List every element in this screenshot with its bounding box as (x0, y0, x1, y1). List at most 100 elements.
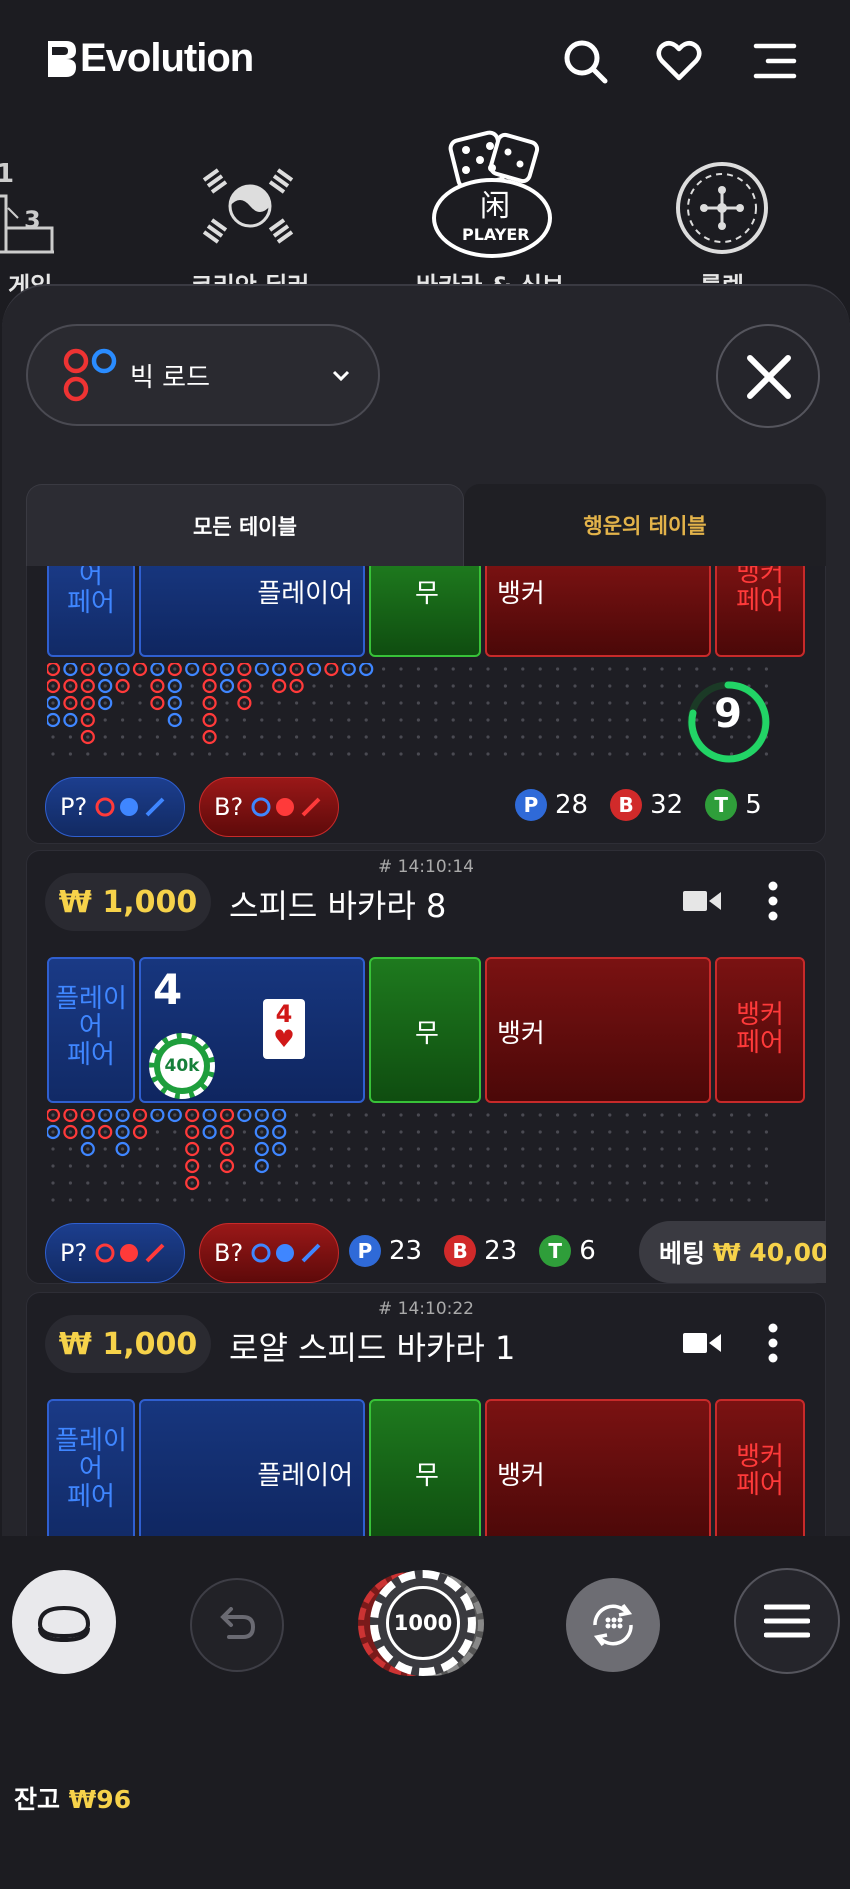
heart-icon[interactable] (656, 38, 702, 84)
chip-selector[interactable]: 1000 (358, 1568, 488, 1678)
tie-spot[interactable]: 무 (369, 566, 481, 657)
ask-road-preview-icon (251, 1243, 321, 1263)
player-pair-label: 플레이 어 페어 (49, 985, 133, 1069)
more-options-icon[interactable] (767, 881, 779, 921)
player-count: 23 (389, 1236, 423, 1266)
hamburger-icon (764, 1604, 810, 1638)
tab-all-tables[interactable]: 모든 테이블 (26, 484, 464, 566)
banker-count-badge: B (444, 1235, 477, 1267)
category-korean-dealer[interactable]: 코리안 딜러 (170, 120, 330, 300)
banker-pair-label: 뱅커 페어 (717, 566, 803, 615)
ask-player-button[interactable]: P? (45, 1223, 185, 1283)
pair-line: 뱅커 (736, 1442, 784, 1472)
player-pair-spot[interactable]: 플레이 어 페어 (47, 1399, 135, 1536)
menu-icon[interactable] (752, 38, 798, 84)
ask-player-button[interactable]: P? (45, 777, 185, 837)
balance-value: ₩96 (68, 1785, 132, 1814)
tab-lucky-tables[interactable]: 행운의 테이블 (464, 484, 826, 566)
svg-text:闲: 闲 (480, 189, 510, 224)
ask-banker-button[interactable]: B? (199, 1223, 339, 1283)
pair-line: 페어 (736, 1028, 784, 1058)
bet-spots: 플레이 어 페어 4 4 ♥ 40k 무 뱅커 뱅커 페어 (47, 957, 805, 1103)
lobby-view-button[interactable] (12, 1570, 116, 1674)
evolution-logo[interactable]: Evolution (46, 36, 254, 81)
close-panel-button[interactable] (716, 324, 820, 428)
table-name: 로얄 스피드 바카라 1 (229, 1329, 516, 1367)
player-spot[interactable]: 플레이어 (139, 1399, 365, 1536)
tie-count-badge: T (539, 1235, 572, 1267)
current-bet-pill: 베팅 ₩ 40,00 (639, 1221, 826, 1283)
bet-spots: 플레이 어 페어 플레이어 무 뱅커 뱅커 페어 (47, 1399, 805, 1536)
player-pair-spot[interactable]: 어 페어 (47, 566, 135, 657)
tie-spot[interactable]: 무 (369, 1399, 481, 1536)
banker-label: 뱅커 (497, 1019, 545, 1049)
category-games[interactable]: 1 3 의 게임 (0, 120, 90, 300)
card-rank: 4 (275, 1000, 293, 1028)
pair-line: 플레이 (55, 1426, 127, 1456)
player-score: 4 (153, 965, 183, 1014)
pair-line: 페어 (67, 588, 115, 618)
big-road-icon (63, 348, 117, 402)
banker-spot[interactable]: 뱅커 (485, 566, 711, 657)
pair-line: 뱅커 (736, 1000, 784, 1030)
tie-label: 무 (415, 579, 439, 609)
svg-text:3: 3 (24, 206, 41, 234)
banker-pair-spot[interactable]: 뱅커 페어 (715, 1399, 805, 1536)
table-card[interactable]: # 14:10:22 ₩ 1,000 로얄 스피드 바카라 1 플레이 어 페어 플… (26, 1292, 826, 1536)
ask-banker-button[interactable]: B? (199, 777, 339, 837)
repeat-bet-button[interactable] (566, 1578, 660, 1672)
chip-amount: 1000 (386, 1586, 460, 1660)
close-icon (747, 355, 791, 399)
repeat-icon (593, 1603, 633, 1647)
banker-pair-spot[interactable]: 뱅커 페어 (715, 957, 805, 1103)
pair-line: 뱅커 (736, 566, 784, 588)
player-pair-label: 어 페어 (49, 566, 133, 617)
banker-count-badge: B (610, 789, 643, 821)
undo-button[interactable] (190, 1578, 284, 1672)
bet-spots: 어 페어 플레이어 무 뱅커 뱅커 페어 (47, 566, 805, 657)
main-menu-button[interactable] (734, 1568, 840, 1674)
balance-label: 잔고 (14, 1785, 61, 1814)
tie-count: 6 (579, 1236, 596, 1266)
banker-count: 32 (650, 790, 684, 820)
more-options-icon[interactable] (767, 1323, 779, 1363)
dice-player-icon: 闲 PLAYER (432, 130, 552, 258)
banker-spot[interactable]: 뱅커 (485, 1399, 711, 1536)
ask-player-label: P? (60, 793, 88, 821)
selected-chip: 1000 (370, 1570, 476, 1676)
table-limit: ₩ 1,000 (45, 1315, 211, 1373)
korea-flag-icon (202, 168, 294, 244)
banker-pair-label: 뱅커 페어 (717, 1001, 803, 1057)
road-selector-dropdown[interactable]: 빅 로드 (26, 324, 380, 426)
ask-road-preview-icon (95, 1243, 165, 1263)
svg-text:1: 1 (0, 159, 14, 189)
video-camera-icon[interactable] (683, 889, 721, 913)
banker-pair-spot[interactable]: 뱅커 페어 (715, 566, 805, 657)
category-roulette[interactable]: 룰렛 (650, 120, 794, 300)
banker-spot[interactable]: 뱅커 (485, 957, 711, 1103)
ask-banker-label: B? (214, 793, 244, 821)
tie-count-badge: T (705, 789, 738, 821)
roulette-icon (676, 162, 768, 254)
table-limit: ₩ 1,000 (45, 873, 211, 931)
video-camera-icon[interactable] (683, 1331, 721, 1355)
player-pair-spot[interactable]: 플레이 어 페어 (47, 957, 135, 1103)
pair-line: 페어 (736, 586, 784, 616)
table-card[interactable]: 어 페어 플레이어 무 뱅커 뱅커 페어 9 P? B? P 28 B 32 T… (26, 566, 826, 844)
table-card[interactable]: # 14:10:14 ₩ 1,000 스피드 바카라 8 플레이 어 페어 4 4 … (26, 850, 826, 1284)
evolution-logo-icon (48, 40, 76, 77)
player-spot[interactable]: 4 4 ♥ 40k (139, 957, 365, 1103)
table-list[interactable]: 어 페어 플레이어 무 뱅커 뱅커 페어 9 P? B? P 28 B 32 T… (26, 566, 826, 1536)
pair-line: 어 (79, 1454, 103, 1484)
player-spot[interactable]: 플레이어 (139, 566, 365, 657)
player-count: 28 (555, 790, 589, 820)
player-label: 플레이어 (257, 579, 353, 609)
player-label: 플레이어 (257, 1461, 353, 1491)
bet-label: 베팅 (659, 1239, 706, 1268)
category-baccarat-sicbo[interactable]: 闲 PLAYER 바카라 & 식보 (390, 120, 590, 300)
tie-spot[interactable]: 무 (369, 957, 481, 1103)
search-icon[interactable] (562, 38, 608, 84)
table-name: 스피드 바카라 8 (229, 887, 447, 925)
ask-player-label: P? (60, 1239, 88, 1267)
banker-count: 23 (484, 1236, 518, 1266)
